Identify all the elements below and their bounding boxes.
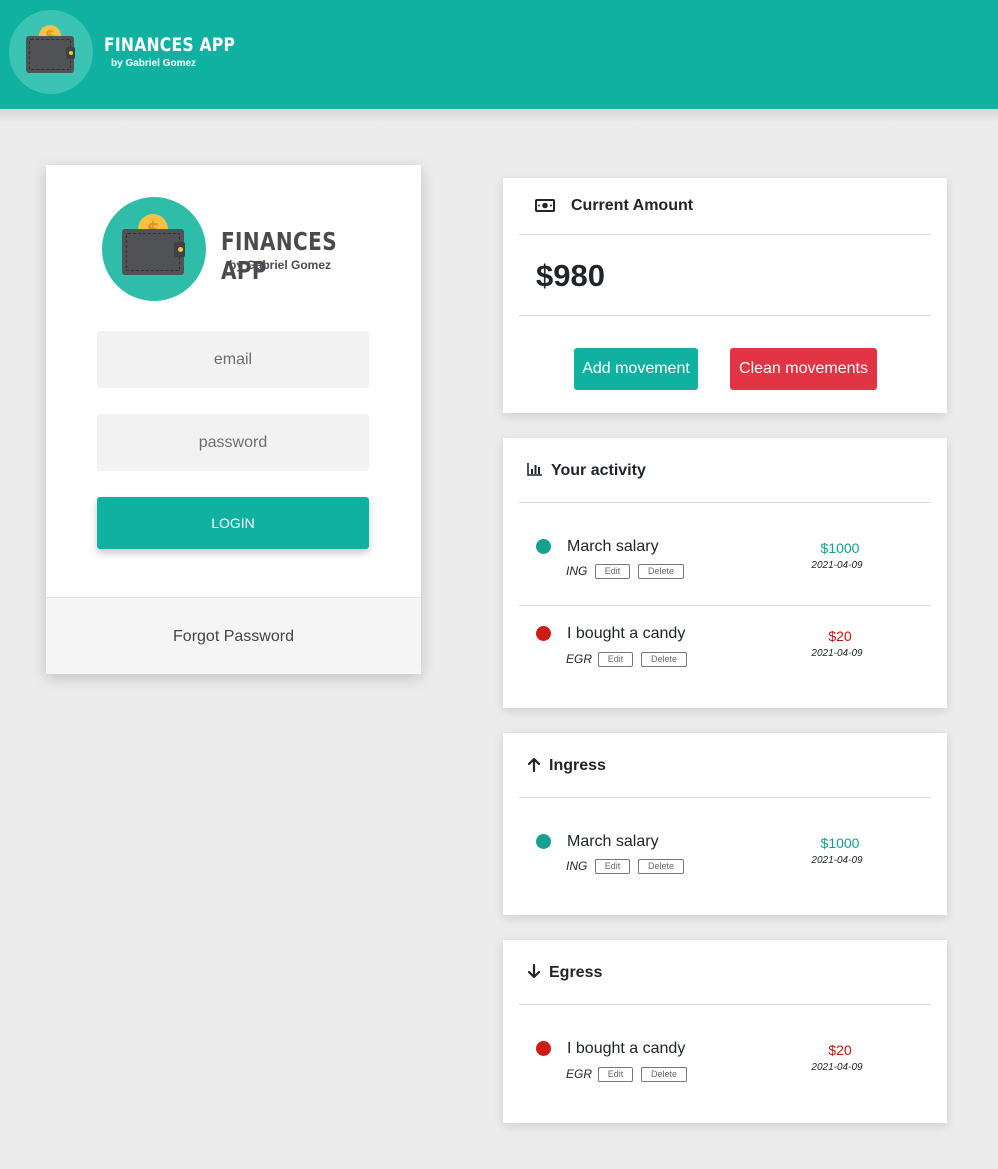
- wallet-logo-icon: $: [102, 197, 206, 301]
- list-item: I bought a candy EGR Edit Delete $20 202…: [519, 1020, 931, 1108]
- movement-description: I bought a candy: [567, 625, 686, 642]
- email-input[interactable]: [97, 331, 369, 388]
- login-app-subtitle: by Gabriel Gomez: [229, 258, 332, 272]
- list-item: March salary ING Edit Delete $1000 2021-…: [519, 813, 931, 901]
- card-header: Current Amount: [519, 178, 931, 235]
- arrow-up-icon: [527, 757, 541, 772]
- header-app-title: FINANCES APP: [104, 34, 236, 56]
- login-button[interactable]: LOGIN: [97, 497, 369, 549]
- movement-description: March salary: [567, 538, 659, 555]
- movement-date: 2021-04-09: [811, 648, 863, 659]
- wallet-logo-icon[interactable]: $: [9, 10, 93, 94]
- ingress-card: Ingress March salary ING Edit Delete $10…: [503, 733, 947, 915]
- bar-chart-icon: [527, 463, 542, 476]
- header-shadow: [0, 109, 998, 123]
- activity-card: Your activity March salary ING Edit Dele…: [503, 438, 947, 708]
- delete-button[interactable]: Delete: [638, 859, 684, 874]
- movement-amount: $20: [828, 628, 852, 644]
- current-amount-title: Current Amount: [571, 197, 694, 214]
- clean-movements-button[interactable]: Clean movements: [730, 348, 877, 390]
- card-header: Egress: [519, 940, 931, 1005]
- list-item: March salary ING Edit Delete $1000 2021-…: [519, 518, 931, 606]
- money-bill-icon: [535, 199, 555, 212]
- edit-button[interactable]: Edit: [595, 859, 630, 874]
- app-header: $ FINANCES APP by Gabriel Gomez: [0, 0, 998, 109]
- card-header: Your activity: [519, 438, 931, 503]
- egress-card: Egress I bought a candy EGR Edit Delete …: [503, 940, 947, 1123]
- movement-amount: $20: [828, 1042, 852, 1058]
- movement-type: EGR: [566, 1067, 593, 1081]
- activity-title: Your activity: [551, 462, 646, 479]
- movement-date: 2021-04-09: [811, 855, 863, 866]
- movement-type: ING: [566, 859, 588, 873]
- delete-button[interactable]: Delete: [638, 564, 684, 579]
- movement-type: ING: [566, 564, 588, 578]
- list-item: I bought a candy EGR Edit Delete $20 202…: [519, 606, 931, 694]
- movement-date: 2021-04-09: [811, 560, 863, 571]
- current-amount-card: Current Amount $980 Add movement Clean m…: [503, 178, 947, 413]
- movement-type: EGR: [566, 652, 593, 666]
- divider: [519, 315, 931, 316]
- login-footer: Forgot Password: [46, 597, 421, 674]
- add-movement-button[interactable]: Add movement: [574, 348, 698, 390]
- ingress-title: Ingress: [549, 757, 606, 774]
- egress-title: Egress: [549, 964, 603, 981]
- delete-button[interactable]: Delete: [641, 1067, 687, 1082]
- movement-date: 2021-04-09: [811, 1062, 863, 1073]
- login-app-title: FINANCES APP: [221, 227, 338, 285]
- income-indicator: [536, 834, 551, 849]
- login-card: $ FINANCES APP by Gabriel Gomez LOGIN Fo…: [46, 165, 421, 674]
- movement-amount: $1000: [820, 835, 860, 851]
- header-app-subtitle: by Gabriel Gomez: [111, 58, 197, 69]
- edit-button[interactable]: Edit: [595, 564, 630, 579]
- expense-indicator: [536, 1041, 551, 1056]
- edit-button[interactable]: Edit: [598, 1067, 633, 1082]
- delete-button[interactable]: Delete: [641, 652, 687, 667]
- forgot-password-link[interactable]: Forgot Password: [46, 628, 421, 646]
- income-indicator: [536, 539, 551, 554]
- edit-button[interactable]: Edit: [598, 652, 633, 667]
- password-input[interactable]: [97, 414, 369, 471]
- expense-indicator: [536, 626, 551, 641]
- movement-amount: $1000: [820, 540, 860, 556]
- movement-description: I bought a candy: [567, 1040, 686, 1057]
- card-header: Ingress: [519, 733, 931, 798]
- arrow-down-icon: [527, 964, 541, 979]
- movement-description: March salary: [567, 833, 659, 850]
- current-amount-value: $980: [536, 258, 605, 293]
